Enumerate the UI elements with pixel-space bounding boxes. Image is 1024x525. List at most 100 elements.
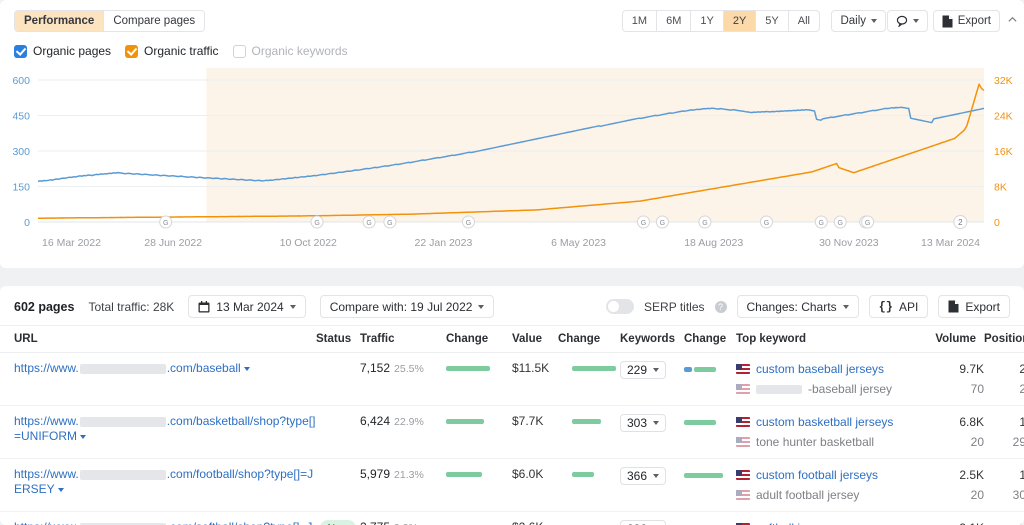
column-header-change-value[interactable]: Change: [558, 326, 620, 353]
us-flag-icon: [736, 490, 750, 500]
serp-titles-label: SERP titles: [644, 300, 704, 314]
column-header-url[interactable]: URL: [0, 326, 316, 353]
range-2y[interactable]: 2Y: [724, 11, 756, 31]
column-header-position[interactable]: Position: [984, 326, 1024, 353]
google-update-marker: G: [311, 216, 323, 228]
range-all[interactable]: All: [789, 11, 819, 31]
compare-with-button[interactable]: Compare with: 19 Jul 2022: [320, 295, 495, 318]
column-header-status[interactable]: Status: [316, 326, 360, 353]
x-axis-tick: 10 Oct 2022: [280, 237, 337, 249]
keywords-dropdown[interactable]: 232: [620, 520, 666, 525]
x-axis-tick: 13 Mar 2024: [921, 237, 980, 249]
change-bar: [446, 472, 482, 477]
top-keyword-text: -baseball jersey: [808, 381, 892, 397]
date-range-group: 1M 6M 1Y 2Y 5Y All: [622, 10, 820, 32]
date-picker-button[interactable]: 13 Mar 2024: [188, 295, 305, 318]
cell-status: [316, 353, 360, 406]
change-bar: [446, 366, 490, 371]
cell-traffic: 6,42422.9%: [360, 406, 446, 459]
collapse-chevron-up-icon[interactable]: [1007, 14, 1018, 25]
chevron-down-icon[interactable]: [244, 367, 250, 371]
column-header-keywords[interactable]: Keywords: [620, 326, 684, 353]
tab-compare-pages[interactable]: Compare pages: [104, 11, 204, 31]
google-update-marker-group: 2: [954, 216, 967, 229]
checkbox-checked-icon[interactable]: [125, 45, 138, 58]
cell-traffic: 7,15225.5%: [360, 353, 446, 406]
keywords-dropdown[interactable]: 366: [620, 467, 666, 485]
granularity-dropdown[interactable]: Daily: [831, 10, 886, 32]
top-keyword-text[interactable]: softball jerseys: [756, 520, 835, 525]
legend-organic-traffic-label: Organic traffic: [144, 44, 218, 58]
range-6m[interactable]: 6M: [657, 11, 691, 31]
url-link[interactable]: https://www..com/softball/shop?type[]=JE…: [14, 520, 312, 525]
keywords-dropdown[interactable]: 303: [620, 414, 666, 432]
api-button[interactable]: {} API: [869, 295, 929, 318]
cell-change-traffic: [446, 459, 512, 512]
table-header-row: URL Status Traffic Change Value Change K…: [0, 326, 1024, 353]
keywords-count: 366: [627, 469, 647, 483]
help-icon[interactable]: ?: [715, 301, 727, 313]
change-bar: [572, 419, 601, 424]
url-link[interactable]: https://www..com/baseball: [14, 361, 250, 375]
x-axis-tick: 28 Jun 2022: [144, 237, 202, 249]
checkbox-checked-icon[interactable]: [14, 45, 27, 58]
traffic-value: 7,152: [360, 361, 390, 375]
y-axis-right-tick: 32K: [994, 75, 1013, 87]
cell-url: https://www..com/football/shop?type[]=JE…: [0, 459, 316, 512]
changes-dropdown[interactable]: Changes: Charts: [737, 295, 859, 318]
cell-keywords: 232: [620, 512, 684, 525]
chevron-down-icon: [653, 474, 659, 478]
column-header-change-keywords[interactable]: Change: [684, 326, 736, 353]
url-link[interactable]: https://www..com/football/shop?type[]=JE…: [14, 467, 313, 496]
chevron-down-icon[interactable]: [80, 435, 86, 439]
table-body: https://www..com/baseball7,15225.5%$11.5…: [0, 353, 1024, 525]
top-keyword-text: tone hunter basketball: [756, 434, 874, 450]
svg-text:G: G: [163, 220, 168, 227]
traffic-value: 5,979: [360, 467, 390, 481]
y-axis-left-tick: 450: [12, 111, 30, 123]
column-header-volume[interactable]: Volume: [932, 326, 984, 353]
legend-organic-keywords[interactable]: Organic keywords: [233, 44, 348, 58]
cell-volume: 6.8K20: [932, 406, 984, 459]
api-label: API: [899, 300, 918, 314]
google-update-marker: G: [363, 216, 375, 228]
google-update-marker: G: [760, 216, 772, 228]
position-value: 2: [984, 520, 1024, 525]
cell-keywords: 303: [620, 406, 684, 459]
legend-organic-traffic[interactable]: Organic traffic: [125, 44, 218, 58]
column-header-traffic[interactable]: Traffic: [360, 326, 446, 353]
keywords-dropdown[interactable]: 229: [620, 361, 666, 379]
volume-value: 20: [932, 487, 984, 503]
serp-titles-toggle[interactable]: [606, 299, 634, 314]
checkbox-unchecked-icon[interactable]: [233, 45, 246, 58]
performance-chart-card: Performance Compare pages 1M 6M 1Y 2Y 5Y…: [0, 0, 1024, 268]
column-header-change-traffic[interactable]: Change: [446, 326, 512, 353]
table-export-button[interactable]: Export: [938, 295, 1010, 318]
svg-text:G: G: [366, 220, 371, 227]
cell-change-traffic: [446, 353, 512, 406]
top-keyword-text[interactable]: custom football jerseys: [756, 467, 878, 483]
column-header-value[interactable]: Value: [512, 326, 558, 353]
svg-text:G: G: [819, 220, 824, 227]
chart-export-button[interactable]: Export: [933, 10, 1000, 32]
chevron-down-icon: [843, 305, 849, 309]
svg-text:G: G: [387, 220, 392, 227]
range-5y[interactable]: 5Y: [756, 11, 788, 31]
cell-position: 2: [984, 512, 1024, 525]
annotations-dropdown[interactable]: [887, 10, 928, 32]
legend-organic-keywords-label: Organic keywords: [252, 44, 348, 58]
column-header-top-keyword[interactable]: Top keyword: [736, 326, 932, 353]
table-export-label: Export: [965, 300, 1000, 314]
url-link[interactable]: https://www..com/basketball/shop?type[]=…: [14, 414, 315, 443]
top-keyword-text[interactable]: custom basketball jerseys: [756, 414, 893, 430]
range-1y[interactable]: 1Y: [691, 11, 723, 31]
tab-performance[interactable]: Performance: [15, 11, 104, 31]
legend-organic-pages[interactable]: Organic pages: [14, 44, 111, 58]
y-axis-left-tick: 0: [24, 217, 30, 229]
google-update-marker: G: [637, 216, 649, 228]
chevron-down-icon[interactable]: [58, 488, 64, 492]
range-1m[interactable]: 1M: [623, 11, 657, 31]
position-value: 29: [984, 434, 1024, 450]
chevron-down-icon: [478, 305, 484, 309]
top-keyword-text[interactable]: custom baseball jerseys: [756, 361, 884, 377]
